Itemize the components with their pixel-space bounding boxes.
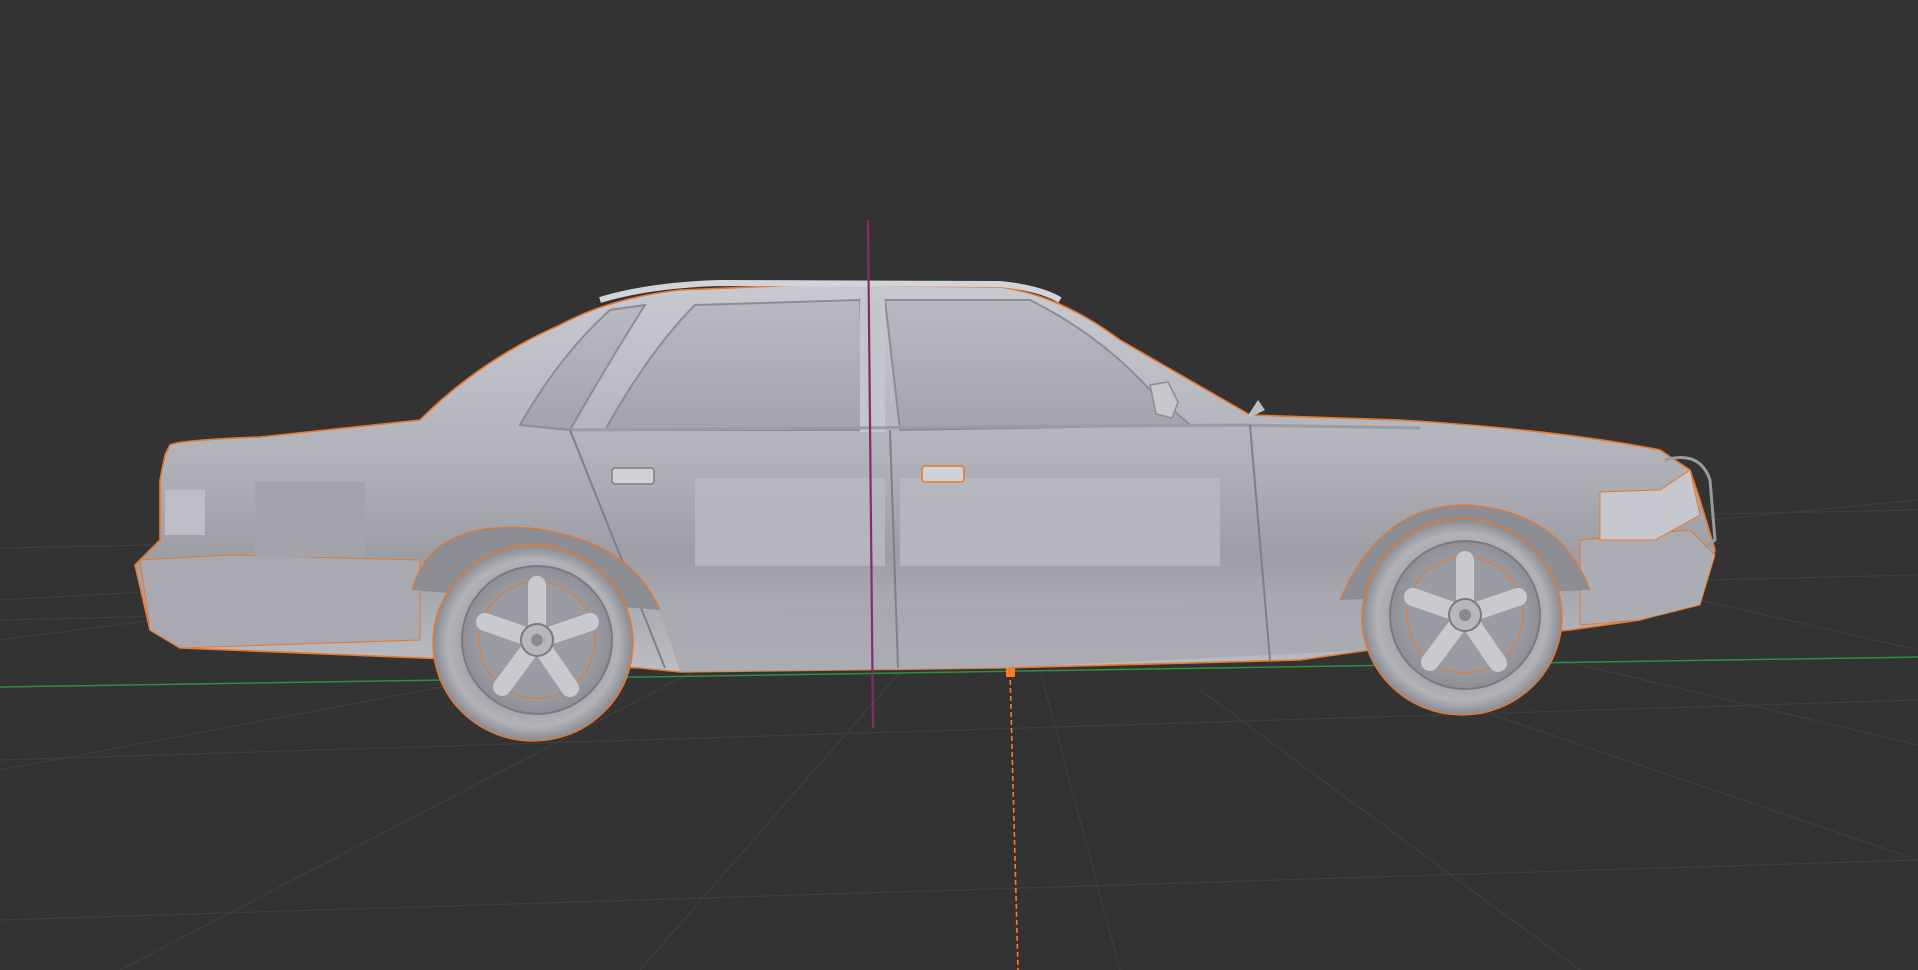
object-origin[interactable] — [1006, 668, 1015, 677]
rear-door-panel — [695, 478, 885, 566]
front-wheel[interactable] — [1361, 518, 1563, 716]
3d-viewport[interactable] — [0, 0, 1918, 970]
front-bumper — [1579, 529, 1716, 626]
license-area — [165, 490, 205, 535]
front-door-panel — [900, 478, 1220, 566]
origin-z-axis — [1009, 671, 1019, 970]
b-pillar — [860, 300, 885, 432]
rear-door-handle[interactable] — [611, 467, 655, 485]
tail-light — [255, 482, 365, 557]
rear-wheel[interactable] — [432, 544, 634, 742]
rear-bumper — [139, 554, 421, 649]
front-door-handle[interactable] — [921, 465, 965, 483]
